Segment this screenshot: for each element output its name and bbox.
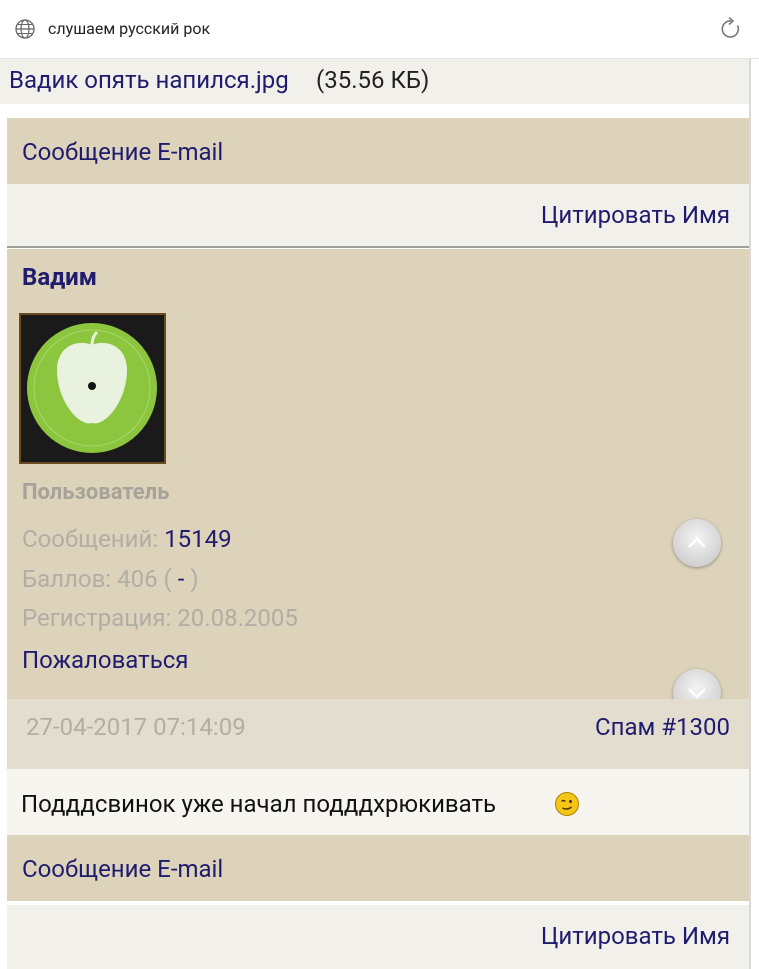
quote-name-link[interactable]: Цитировать Имя bbox=[541, 201, 730, 229]
attachment-link[interactable]: Вадик опять напился.jpg bbox=[9, 66, 289, 94]
reload-icon[interactable] bbox=[718, 16, 744, 42]
scroll-up-button[interactable] bbox=[673, 519, 721, 567]
globe-icon bbox=[15, 19, 35, 39]
points-label: Баллов: 406 ( bbox=[22, 565, 172, 593]
author-messages: Сообщений: 15149 bbox=[22, 525, 232, 553]
post-contacts-bar: Сообщение E-mail bbox=[7, 118, 749, 184]
author-registration: Регистрация: 20.08.2005 bbox=[22, 604, 298, 632]
messages-label: Сообщений: bbox=[22, 525, 159, 553]
post-datetime: 27-04-2017 07:14:09 bbox=[26, 713, 246, 741]
message-email-link-bottom[interactable]: Сообщение E-mail bbox=[22, 855, 223, 883]
points-close: ) bbox=[190, 565, 199, 593]
post-message: Подддсвинок уже начал подддхрюкивать bbox=[7, 769, 749, 835]
apple-record-icon bbox=[21, 315, 164, 462]
post-divider bbox=[7, 246, 749, 248]
points-link[interactable]: - bbox=[178, 565, 185, 593]
post-quote-bar: Цитировать Имя bbox=[7, 184, 749, 246]
post-meta-row: 27-04-2017 07:14:09 Спам #1300 bbox=[7, 699, 749, 769]
forum-thread: Вадик опять напился.jpg (35.56 КБ) Сообщ… bbox=[0, 58, 759, 969]
url-text[interactable]: слушаем русский рок bbox=[48, 18, 210, 40]
browser-url-bar[interactable]: слушаем русский рок bbox=[0, 0, 759, 59]
author-avatar bbox=[19, 313, 166, 464]
attachment-row: Вадик опять напился.jpg (35.56 КБ) bbox=[0, 58, 749, 104]
messages-count[interactable]: 15149 bbox=[164, 525, 231, 553]
left-gutter bbox=[0, 835, 7, 969]
author-name[interactable]: Вадим bbox=[22, 263, 97, 291]
smiley-wink-icon bbox=[555, 792, 579, 816]
author-points: Баллов: 406 ( - ) bbox=[22, 565, 199, 593]
post-contacts-bar-bottom: Сообщение E-mail bbox=[7, 835, 749, 901]
attachment-size: (35.56 КБ) bbox=[316, 66, 430, 94]
author-role: Пользователь bbox=[22, 480, 170, 505]
message-email-link[interactable]: Сообщение E-mail bbox=[22, 138, 223, 166]
chevron-up-icon bbox=[688, 537, 706, 548]
author-profile: Вадим Пользователь Сообщений: 15149 Балл… bbox=[7, 249, 749, 717]
report-link[interactable]: Пожаловаться bbox=[22, 646, 188, 674]
quote-name-link-bottom[interactable]: Цитировать Имя bbox=[541, 922, 730, 950]
post-text: Подддсвинок уже начал подддхрюкивать bbox=[21, 790, 497, 818]
post-quote-bar-bottom: Цитировать Имя bbox=[7, 905, 749, 969]
spam-link[interactable]: Спам #1300 bbox=[595, 713, 730, 741]
